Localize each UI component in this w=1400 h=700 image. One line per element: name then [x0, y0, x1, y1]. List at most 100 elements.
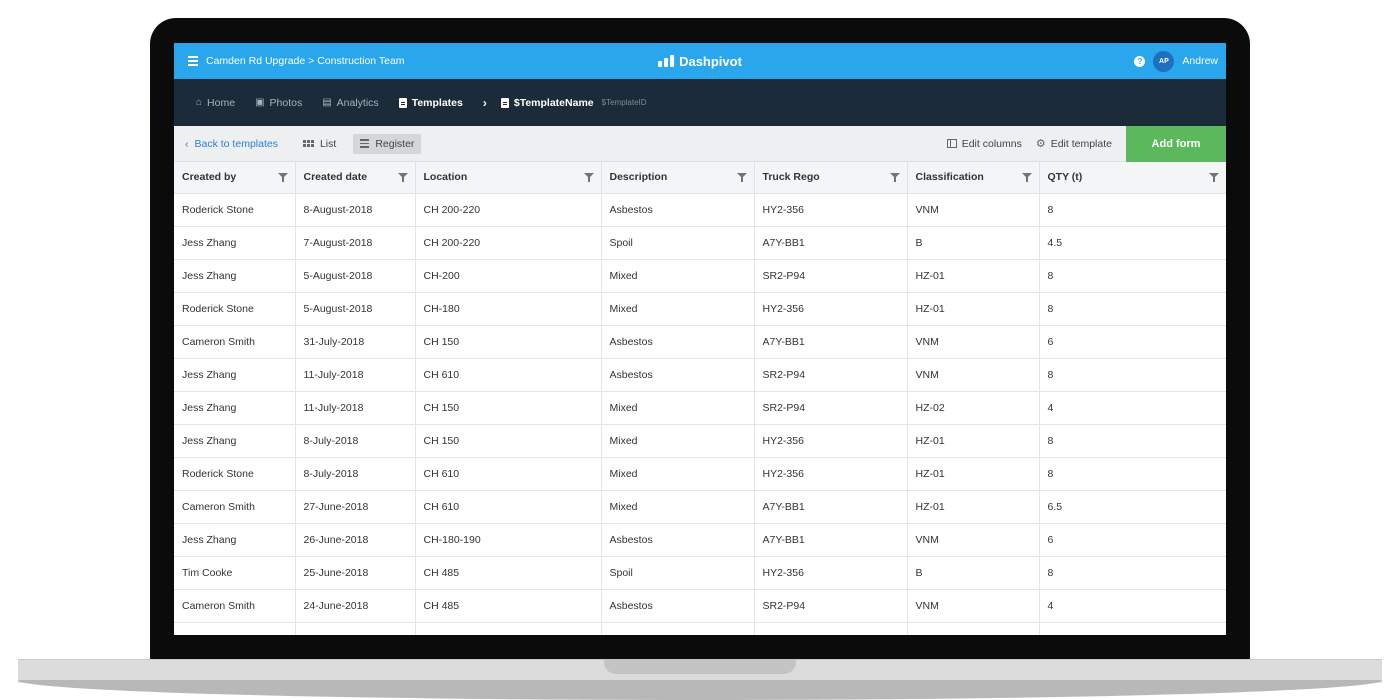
add-form-button[interactable]: Add form: [1126, 125, 1226, 162]
table-cell[interactable]: 27-June-2018: [295, 490, 416, 524]
nav-template-name[interactable]: $TemplateName: [500, 97, 594, 109]
table-row[interactable]: Jess Zhang 7-August-2018 CH 200-220 Spoil A7…: [174, 226, 1226, 260]
table-cell[interactable]: CH 150: [415, 391, 602, 425]
table-cell[interactable]: CH-180-190: [415, 523, 602, 557]
table-cell[interactable]: [415, 622, 602, 635]
nav-templates[interactable]: Templates: [398, 97, 463, 109]
table-cell[interactable]: Tim Cooke: [174, 556, 296, 590]
table-cell[interactable]: CH 485: [415, 589, 602, 623]
table-cell[interactable]: 8-August-2018: [295, 193, 416, 227]
table-cell[interactable]: Mixed: [601, 424, 755, 458]
table-cell[interactable]: Jess Zhang: [174, 259, 296, 293]
column-header[interactable]: Classification: [907, 162, 1040, 194]
table-cell[interactable]: Cameron Smith: [174, 589, 296, 623]
table-row[interactable]: Roderick Stone 5-August-2018 CH-180 Mixed HY…: [174, 292, 1226, 326]
table-cell[interactable]: [174, 622, 296, 635]
table-cell[interactable]: Mixed: [601, 259, 755, 293]
table-cell[interactable]: VNM: [907, 523, 1040, 557]
table-cell[interactable]: 4.5: [1039, 226, 1226, 260]
table-cell[interactable]: SR2-P94: [754, 391, 908, 425]
avatar[interactable]: AP: [1153, 50, 1175, 72]
user-name[interactable]: Andrew: [1182, 55, 1218, 67]
nav-home[interactable]: ⌂ Home: [196, 97, 235, 109]
table-cell[interactable]: Spoil: [601, 556, 755, 590]
table-cell[interactable]: HZ-01: [907, 424, 1040, 458]
table-cell[interactable]: 7-August-2018: [295, 226, 416, 260]
table-cell[interactable]: [601, 622, 755, 635]
table-cell[interactable]: VNM: [907, 358, 1040, 392]
table-cell[interactable]: 8-July-2018: [295, 457, 416, 491]
table-cell[interactable]: 4: [1039, 589, 1226, 623]
table-cell[interactable]: 5-August-2018: [295, 292, 416, 326]
table-cell[interactable]: 11-July-2018: [295, 391, 416, 425]
table-cell[interactable]: Jess Zhang: [174, 424, 296, 458]
table-cell[interactable]: 8: [1039, 259, 1226, 293]
table-cell[interactable]: 6.5: [1039, 490, 1226, 524]
filter-icon[interactable]: [583, 173, 594, 182]
column-header[interactable]: Created date: [295, 162, 416, 194]
table-cell[interactable]: 6: [1039, 325, 1226, 359]
table-cell[interactable]: [295, 622, 416, 635]
table-cell[interactable]: Jess Zhang: [174, 523, 296, 557]
table-cell[interactable]: 8-July-2018: [295, 424, 416, 458]
table-cell[interactable]: VNM: [907, 325, 1040, 359]
table-cell[interactable]: CH-200: [415, 259, 602, 293]
table-row[interactable]: Cameron Smith 27-June-2018 CH 610 Mixed A7Y-…: [174, 490, 1226, 524]
help-icon[interactable]: ?: [1134, 55, 1146, 67]
column-header[interactable]: Description: [601, 162, 755, 194]
table-cell[interactable]: HZ-02: [907, 391, 1040, 425]
table-cell[interactable]: HY2-356: [754, 193, 908, 227]
table-cell[interactable]: Mixed: [601, 457, 755, 491]
table-cell[interactable]: 31-July-2018: [295, 325, 416, 359]
table-cell[interactable]: 11-July-2018: [295, 358, 416, 392]
edit-columns-button[interactable]: Edit columns: [946, 138, 1022, 150]
table-row[interactable]: Cameron Smith 31-July-2018 CH 150 Asbestos A…: [174, 325, 1226, 359]
table-cell[interactable]: CH-180: [415, 292, 602, 326]
table-cell[interactable]: Cameron Smith: [174, 325, 296, 359]
table-cell[interactable]: 8: [1039, 457, 1226, 491]
table-cell[interactable]: Jess Zhang: [174, 391, 296, 425]
filter-icon[interactable]: [1021, 173, 1032, 182]
table-cell[interactable]: HY2-356: [754, 292, 908, 326]
table-cell[interactable]: Roderick Stone: [174, 292, 296, 326]
table-cell[interactable]: HZ-01: [907, 292, 1040, 326]
table-cell[interactable]: CH 200-220: [415, 193, 602, 227]
table-cell[interactable]: B: [907, 226, 1040, 260]
table-cell[interactable]: 6: [1039, 523, 1226, 557]
table-cell[interactable]: A7Y-BB1: [754, 226, 908, 260]
filter-icon[interactable]: [277, 173, 288, 182]
table-cell[interactable]: 26-June-2018: [295, 523, 416, 557]
column-header[interactable]: Location: [415, 162, 602, 194]
table-row[interactable]: Jess Zhang 26-June-2018 CH-180-190 Asbestos…: [174, 523, 1226, 557]
table-cell[interactable]: Spoil: [601, 226, 755, 260]
table-cell[interactable]: Asbestos: [601, 358, 755, 392]
table-cell[interactable]: CH 150: [415, 424, 602, 458]
table-cell[interactable]: HZ-01: [907, 490, 1040, 524]
table-cell[interactable]: A7Y-BB1: [754, 325, 908, 359]
table-cell[interactable]: HZ-01: [907, 259, 1040, 293]
list-view-button[interactable]: List: [296, 134, 343, 154]
table-cell[interactable]: Asbestos: [601, 523, 755, 557]
filter-icon[interactable]: [1209, 173, 1219, 182]
table-cell[interactable]: [907, 622, 1040, 635]
table-row[interactable]: Roderick Stone 8-August-2018 CH 200-220 Asb…: [174, 193, 1226, 227]
table-cell[interactable]: Jess Zhang: [174, 358, 296, 392]
table-cell[interactable]: CH 150: [415, 325, 602, 359]
table-cell[interactable]: B: [907, 556, 1040, 590]
table-cell[interactable]: 25-June-2018: [295, 556, 416, 590]
table-cell[interactable]: CH 610: [415, 358, 602, 392]
back-to-templates-link[interactable]: ‹ Back to templates: [185, 138, 278, 150]
brand-logo[interactable]: Dashpivot: [658, 54, 742, 69]
table-cell[interactable]: Asbestos: [601, 325, 755, 359]
table-cell[interactable]: [754, 622, 908, 635]
table-cell[interactable]: SR2-P94: [754, 589, 908, 623]
table-cell[interactable]: 24-June-2018: [295, 589, 416, 623]
table-cell[interactable]: [1039, 622, 1226, 635]
table-row[interactable]: Jess Zhang 11-July-2018 CH 610 Asbestos SR2-…: [174, 358, 1226, 392]
column-header[interactable]: QTY (t): [1039, 162, 1226, 194]
table-cell[interactable]: A7Y-BB1: [754, 523, 908, 557]
table-cell[interactable]: Asbestos: [601, 589, 755, 623]
nav-analytics[interactable]: ▤ Analytics: [322, 97, 378, 109]
table-cell[interactable]: CH 610: [415, 490, 602, 524]
table-cell[interactable]: Mixed: [601, 391, 755, 425]
